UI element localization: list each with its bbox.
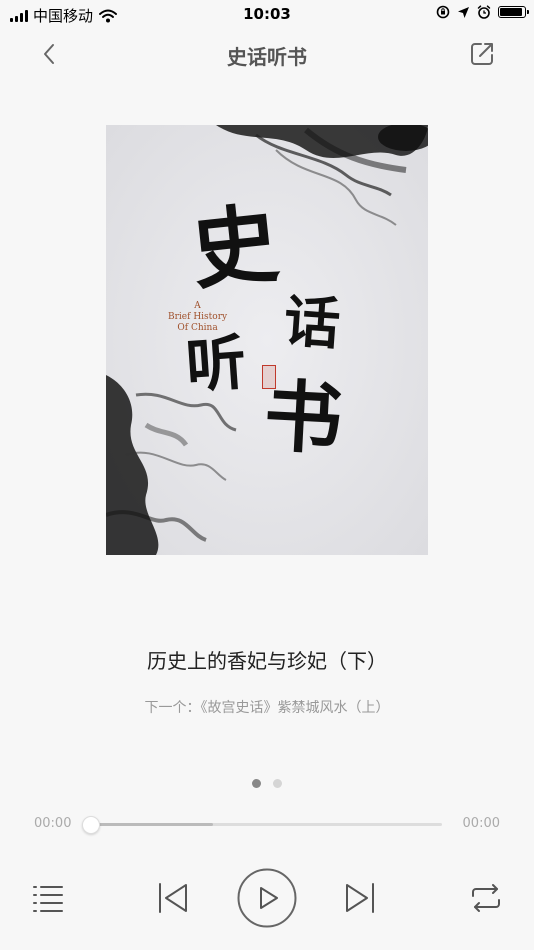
cover-seal: [262, 365, 276, 389]
progress-thumb[interactable]: [82, 816, 100, 834]
cover-english-line: Brief History: [168, 312, 228, 322]
play-icon: [237, 868, 297, 928]
next-icon: [346, 883, 374, 913]
status-right: [436, 5, 529, 19]
cover-char-ting: 听: [183, 327, 249, 403]
play-button[interactable]: [237, 868, 297, 928]
alarm-icon: [477, 5, 491, 19]
player-controls: [0, 865, 534, 931]
cover-english-line: Of China: [177, 323, 218, 333]
orientation-lock-icon: [436, 5, 450, 19]
track-title: 历史上的香妃与珍妃（下）: [147, 649, 387, 673]
page-dot-active[interactable]: [252, 779, 261, 788]
total-time: 00:00: [462, 816, 500, 831]
cover-english-title: A Brief History Of China: [168, 301, 227, 334]
cover-char-hua: 话: [281, 288, 343, 358]
battery-fill: [500, 8, 522, 16]
repeat-button[interactable]: [470, 882, 502, 914]
previous-icon: [159, 883, 187, 913]
share-icon: [471, 43, 493, 65]
share-button[interactable]: [468, 40, 496, 68]
progress-buffered: [90, 823, 214, 826]
cover-char-shi: 史: [186, 192, 283, 303]
page-indicator: [0, 779, 534, 788]
album-cover: 史 话 听 书 A Brief History Of China: [106, 125, 428, 555]
playlist-icon: [33, 886, 63, 912]
status-bar: 中国移动 10:03: [0, 0, 534, 28]
next-track-label[interactable]: 下一个：《故宫史话》紫禁城风水（上）: [0, 697, 534, 717]
playlist-button[interactable]: [32, 883, 64, 913]
page-dot[interactable]: [273, 779, 282, 788]
repeat-icon: [472, 884, 500, 912]
ink-smoke-art: [106, 125, 428, 555]
location-icon: [458, 6, 469, 18]
page-title: 史话听书: [227, 45, 307, 69]
progress-track[interactable]: [82, 816, 442, 834]
cover-char-shu: 书: [261, 371, 345, 466]
elapsed-time: 00:00: [34, 816, 72, 831]
progress-bar: 00:00 00:00: [0, 812, 534, 838]
battery-icon: [498, 6, 529, 18]
previous-button[interactable]: [157, 882, 189, 914]
next-button[interactable]: [344, 882, 376, 914]
nav-bar: 史话听书: [0, 28, 534, 80]
cover-english-line: A: [194, 301, 201, 311]
